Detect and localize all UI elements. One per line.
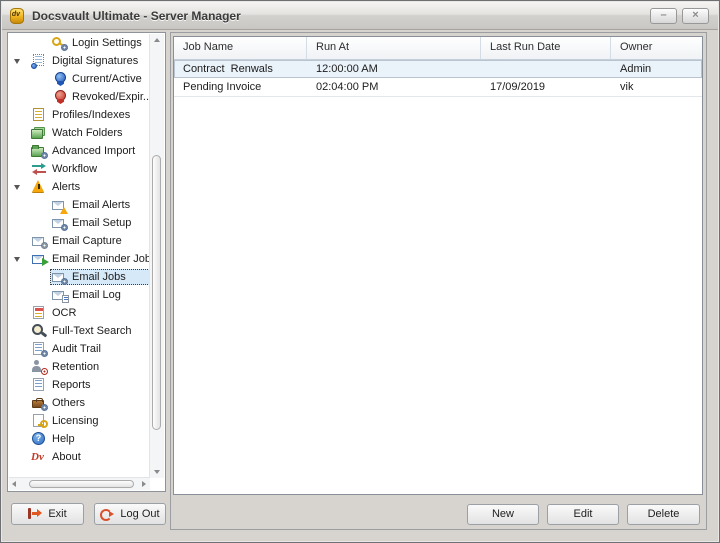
- sidebar-item-email-jobs[interactable]: Email Jobs: [8, 268, 150, 286]
- email-jobs-panel: Job Name Run At Last Run Date Owner Cont…: [170, 32, 707, 530]
- sidebar-item-digital-signatures[interactable]: Digital Signatures: [8, 52, 150, 70]
- collapse-arrow-icon[interactable]: [14, 185, 20, 190]
- horizontal-scroll-thumb[interactable]: [29, 480, 134, 488]
- envelope-green-arrow-icon: [31, 252, 47, 266]
- sidebar-item-email-reminder-jobs[interactable]: Email Reminder Jobs: [8, 250, 150, 268]
- exit-button-label: Exit: [48, 508, 66, 520]
- envelope-gear-icon: [51, 216, 67, 230]
- profiles-document-icon: [31, 108, 47, 122]
- cell-last-run-date: [481, 60, 611, 78]
- folders-icon: [31, 126, 47, 140]
- dv-logo-icon: [31, 450, 47, 464]
- briefcase-gear-icon: [31, 396, 47, 410]
- cell-job-name: Contract Renwals: [174, 60, 307, 78]
- scroll-up-button[interactable]: [151, 34, 163, 46]
- app-window: Docsvault Ultimate - Server Manager – × …: [0, 0, 720, 543]
- cell-owner: Admin: [611, 60, 702, 78]
- sidebar-item-email-setup[interactable]: Email Setup: [8, 214, 150, 232]
- new-button[interactable]: New: [467, 504, 539, 525]
- sidebar-item-about[interactable]: About: [8, 448, 150, 466]
- red-ribbon-icon: [51, 90, 67, 104]
- warning-triangle-icon: [31, 180, 47, 194]
- logout-button[interactable]: Log Out: [94, 503, 166, 525]
- magnifier-icon: [31, 324, 47, 338]
- sidebar-item-others[interactable]: Others: [8, 394, 150, 412]
- cell-job-name: Pending Invoice: [174, 78, 307, 96]
- table-row[interactable]: Pending Invoice 02:04:00 PM 17/09/2019 v…: [174, 78, 702, 97]
- cell-run-at: 02:04:00 PM: [307, 78, 481, 96]
- tree-horizontal-scrollbar[interactable]: [9, 477, 150, 490]
- blue-ribbon-icon: [51, 72, 67, 86]
- sidebar-item-revoked-expired[interactable]: Revoked/Expir...: [8, 88, 150, 106]
- cell-run-at: 12:00:00 AM: [307, 60, 481, 78]
- sidebar-item-current-active[interactable]: Current/Active: [8, 70, 150, 88]
- table-row[interactable]: Contract Renwals 12:00:00 AM Admin: [174, 60, 702, 78]
- sidebar-item-workflow[interactable]: Workflow: [8, 160, 150, 178]
- sidebar-item-email-log[interactable]: Email Log: [8, 286, 150, 304]
- sidebar-item-email-alerts[interactable]: Email Alerts: [8, 196, 150, 214]
- column-header-last-run-date[interactable]: Last Run Date: [481, 37, 611, 59]
- column-header-owner[interactable]: Owner: [611, 37, 702, 59]
- sidebar-tree-panel: Login Settings Digital Signatures Curren…: [7, 32, 166, 492]
- delete-button[interactable]: Delete: [627, 504, 700, 525]
- logout-button-label: Log Out: [120, 508, 159, 520]
- tree-vertical-scrollbar[interactable]: [149, 34, 164, 478]
- folder-gear-icon: [31, 144, 47, 158]
- minimize-button[interactable]: –: [650, 8, 677, 24]
- report-list-icon: [31, 378, 47, 392]
- envelope-list-icon: [51, 288, 67, 302]
- scroll-down-button[interactable]: [151, 466, 163, 478]
- sidebar-item-help[interactable]: Help: [8, 430, 150, 448]
- collapse-arrow-icon[interactable]: [14, 257, 20, 262]
- window-title: Docsvault Ultimate - Server Manager: [32, 9, 241, 23]
- help-question-icon: [31, 432, 47, 446]
- sidebar-item-advanced-import[interactable]: Advanced Import: [8, 142, 150, 160]
- certificate-icon: [31, 54, 47, 68]
- vertical-scroll-thumb[interactable]: [152, 155, 161, 430]
- workflow-arrows-icon: [31, 162, 47, 176]
- column-header-run-at[interactable]: Run At: [307, 37, 481, 59]
- sidebar-item-audit-trail[interactable]: Audit Trail: [8, 340, 150, 358]
- collapse-arrow-icon[interactable]: [14, 59, 20, 64]
- sidebar-item-full-text-search[interactable]: Full-Text Search: [8, 322, 150, 340]
- envelope-gear-icon: [31, 234, 47, 248]
- cell-owner: vik: [611, 78, 702, 96]
- docsvault-dv-icon: [8, 7, 26, 24]
- exit-door-icon: [28, 508, 42, 520]
- edit-button[interactable]: Edit: [547, 504, 619, 525]
- page-key-icon: [31, 414, 47, 428]
- sidebar-item-ocr[interactable]: OCR: [8, 304, 150, 322]
- sidebar-item-alerts[interactable]: Alerts: [8, 178, 150, 196]
- scroll-right-button[interactable]: [138, 478, 150, 490]
- exit-button[interactable]: Exit: [11, 503, 84, 525]
- envelope-gear-icon: [51, 270, 67, 284]
- jobs-table: Job Name Run At Last Run Date Owner Cont…: [173, 36, 703, 495]
- column-header-job-name[interactable]: Job Name: [174, 37, 307, 59]
- title-bar: Docsvault Ultimate - Server Manager – ×: [2, 2, 718, 30]
- scroll-left-button[interactable]: [9, 478, 21, 490]
- logout-arrow-icon: [100, 508, 114, 520]
- document-gear-icon: [31, 342, 47, 356]
- sidebar-item-watch-folders[interactable]: Watch Folders: [8, 124, 150, 142]
- sidebar-item-login-settings[interactable]: Login Settings: [8, 34, 150, 52]
- sidebar-tree: Login Settings Digital Signatures Curren…: [8, 34, 150, 478]
- ocr-document-icon: [31, 306, 47, 320]
- sidebar-item-reports[interactable]: Reports: [8, 376, 150, 394]
- cell-last-run-date: 17/09/2019: [481, 78, 611, 96]
- keys-icon: [51, 36, 67, 50]
- close-button[interactable]: ×: [682, 8, 709, 24]
- envelope-warning-icon: [51, 198, 67, 212]
- sidebar-item-email-capture[interactable]: Email Capture: [8, 232, 150, 250]
- table-header: Job Name Run At Last Run Date Owner: [174, 37, 702, 60]
- sidebar-item-profiles-indexes[interactable]: Profiles/Indexes: [8, 106, 150, 124]
- sidebar-item-licensing[interactable]: Licensing: [8, 412, 150, 430]
- selected-tree-item[interactable]: Email Jobs: [50, 269, 150, 285]
- person-clock-icon: [31, 360, 47, 374]
- sidebar-item-retention[interactable]: Retention: [8, 358, 150, 376]
